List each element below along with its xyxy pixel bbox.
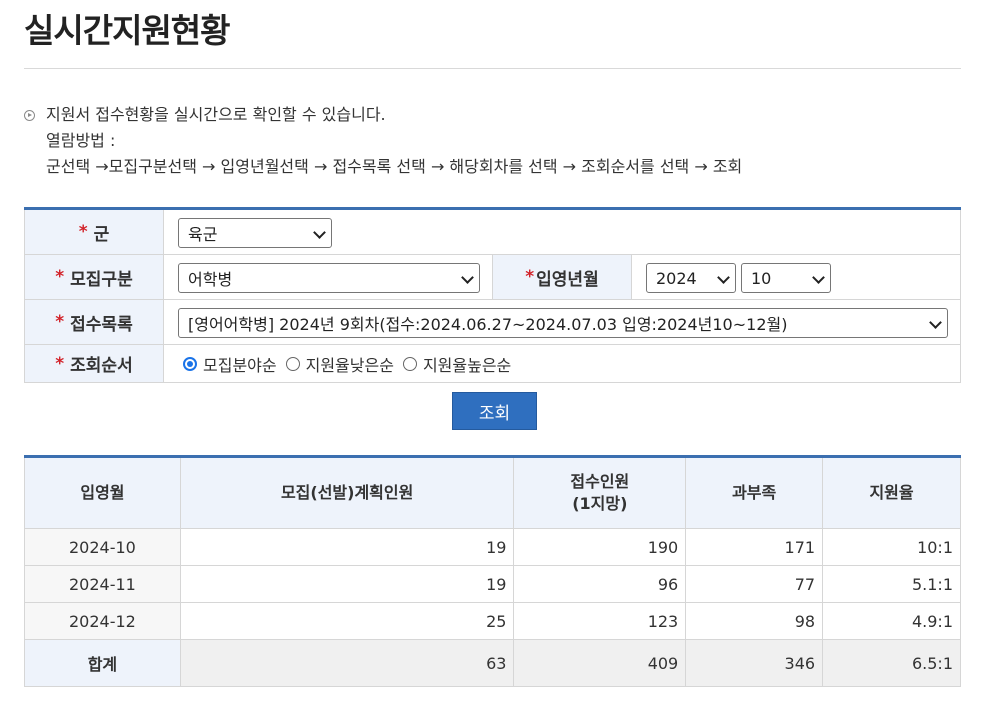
radio-selected-icon[interactable] [183,357,197,371]
enlist-month-select[interactable]: 10 [741,263,831,293]
recruit-type-label: * 모집구분 [25,255,164,299]
application-select[interactable]: [영어어학병] 2024년 9회차(접수:2024.06.27~2024.07.… [178,308,948,338]
cell-total-planned: 63 [179,639,515,687]
military-select[interactable]: 육군 [178,218,332,248]
info-line-1: 지원서 접수현황을 실시간으로 확인할 수 있습니다. [46,105,386,124]
enlist-year-value: 2024 [656,268,697,288]
military-select-value: 육군 [188,225,218,244]
table-header-row: 입영월 모집(선발)계획인원 접수인원 (1지망) 과부족 지원율 [24,456,961,529]
application-select-value: [영어어학병] 2024년 9회차(접수:2024.06.27~2024.07.… [188,315,788,334]
required-star: * [55,312,65,332]
radio-unselected-icon[interactable] [402,357,417,371]
cell-month: 2024-12 [24,602,181,640]
cell-total-applied: 409 [513,639,687,687]
enlist-year-select[interactable]: 2024 [646,263,736,293]
enlist-date-label-text: 입영년월 [536,269,599,290]
radio-unselected-icon[interactable] [285,357,300,371]
cell-applied: 96 [513,565,687,603]
form-row-application: * 접수목록 [영어어학병] 2024년 9회차(접수:2024.06.27~2… [24,300,961,345]
enlist-month-value: 10 [751,268,772,288]
chevron-down-icon [929,316,942,329]
chevron-down-icon [461,271,474,284]
header-ratio: 지원율 [822,456,961,529]
header-applied: 접수인원 (1지망) [513,456,687,529]
sort-option-ratio-low[interactable]: 지원율낮은순 [285,352,394,376]
form-row-recruit: * 모집구분 어학병 * 입영년월 2024 10 [24,255,961,300]
info-line-2: 열람방법 : [46,131,116,150]
application-status-table: 입영월 모집(선발)계획인원 접수인원 (1지망) 과부족 지원율 2024-1… [24,455,961,687]
cell-month: 2024-11 [24,565,181,603]
header-applied-line2: (1지망) [572,494,628,513]
required-star: * [55,267,65,287]
info-line-3: 군선택 →모집구분선택 → 입영년월선택 → 접수목록 선택 → 해당회차를 선… [46,157,743,176]
required-star: * [78,222,88,242]
cell-diff: 98 [685,602,824,640]
page-title: 실시간지원현황 [24,11,231,50]
title-divider [24,68,961,69]
cell-ratio: 4.9:1 [822,602,961,640]
military-label: * 군 [25,210,164,254]
header-planned: 모집(선발)계획인원 [179,456,515,529]
table-row: 2024-11 19 96 77 5.1:1 [24,565,961,603]
cell-month: 2024-10 [24,528,181,566]
cell-applied: 123 [513,602,687,640]
header-applied-line1: 접수인원 [570,472,630,491]
cell-planned: 19 [179,528,515,566]
recruit-type-label-text: 모집구분 [70,269,133,290]
chevron-down-icon [812,271,825,284]
table-row: 2024-12 25 123 98 4.9:1 [24,602,961,640]
cell-total-ratio: 6.5:1 [822,639,961,687]
cell-total-diff: 346 [685,639,824,687]
military-label-text: 군 [93,224,110,245]
form-row-military: * 군 육군 [24,210,961,255]
recruit-type-select[interactable]: 어학병 [178,263,480,293]
header-diff: 과부족 [685,456,824,529]
form-row-sort: * 조회순서 모집분야순 지원율낮은순 지원율높은순 [24,345,961,383]
sort-option-field[interactable]: 모집분야순 [183,352,277,376]
cell-total-label: 합계 [24,639,181,687]
cell-planned: 25 [179,602,515,640]
sort-order-radio-group: 모집분야순 지원율낮은순 지원율높은순 [183,345,520,383]
cell-applied: 190 [513,528,687,566]
enlist-date-label: * 입영년월 [492,255,632,299]
sort-order-label-text: 조회순서 [70,356,133,376]
cell-planned: 19 [179,565,515,603]
search-form: * 군 육군 * 모집구분 어학병 * 입영년월 2024 10 * 접수목록 … [24,207,961,383]
cell-diff: 77 [685,565,824,603]
cell-ratio: 5.1:1 [822,565,961,603]
required-star: * [55,353,65,374]
chevron-down-icon [717,271,730,284]
sort-option-field-label: 모집분야순 [203,356,277,375]
required-star: * [525,267,535,287]
table-row: 2024-10 19 190 171 10:1 [24,528,961,566]
sort-option-ratio-high[interactable]: 지원율높은순 [402,352,512,376]
sort-order-label: * 조회순서 [25,345,164,382]
info-box: 지원서 접수현황을 실시간으로 확인할 수 있습니다. 열람방법 : 군선택 →… [24,102,742,180]
sort-option-ratio-low-label: 지원율낮은순 [305,356,394,375]
bullet-arrow-icon [24,110,35,121]
cell-diff: 171 [685,528,824,566]
chevron-down-icon [313,226,326,239]
application-label-text: 접수목록 [70,314,133,335]
recruit-type-select-value: 어학병 [188,270,233,289]
search-button[interactable]: 조회 [452,392,537,430]
cell-ratio: 10:1 [822,528,961,566]
sort-option-ratio-high-label: 지원율높은순 [422,356,512,375]
table-total-row: 합계 63 409 346 6.5:1 [24,639,961,687]
application-label: * 접수목록 [25,300,164,344]
header-month: 입영월 [24,456,181,529]
